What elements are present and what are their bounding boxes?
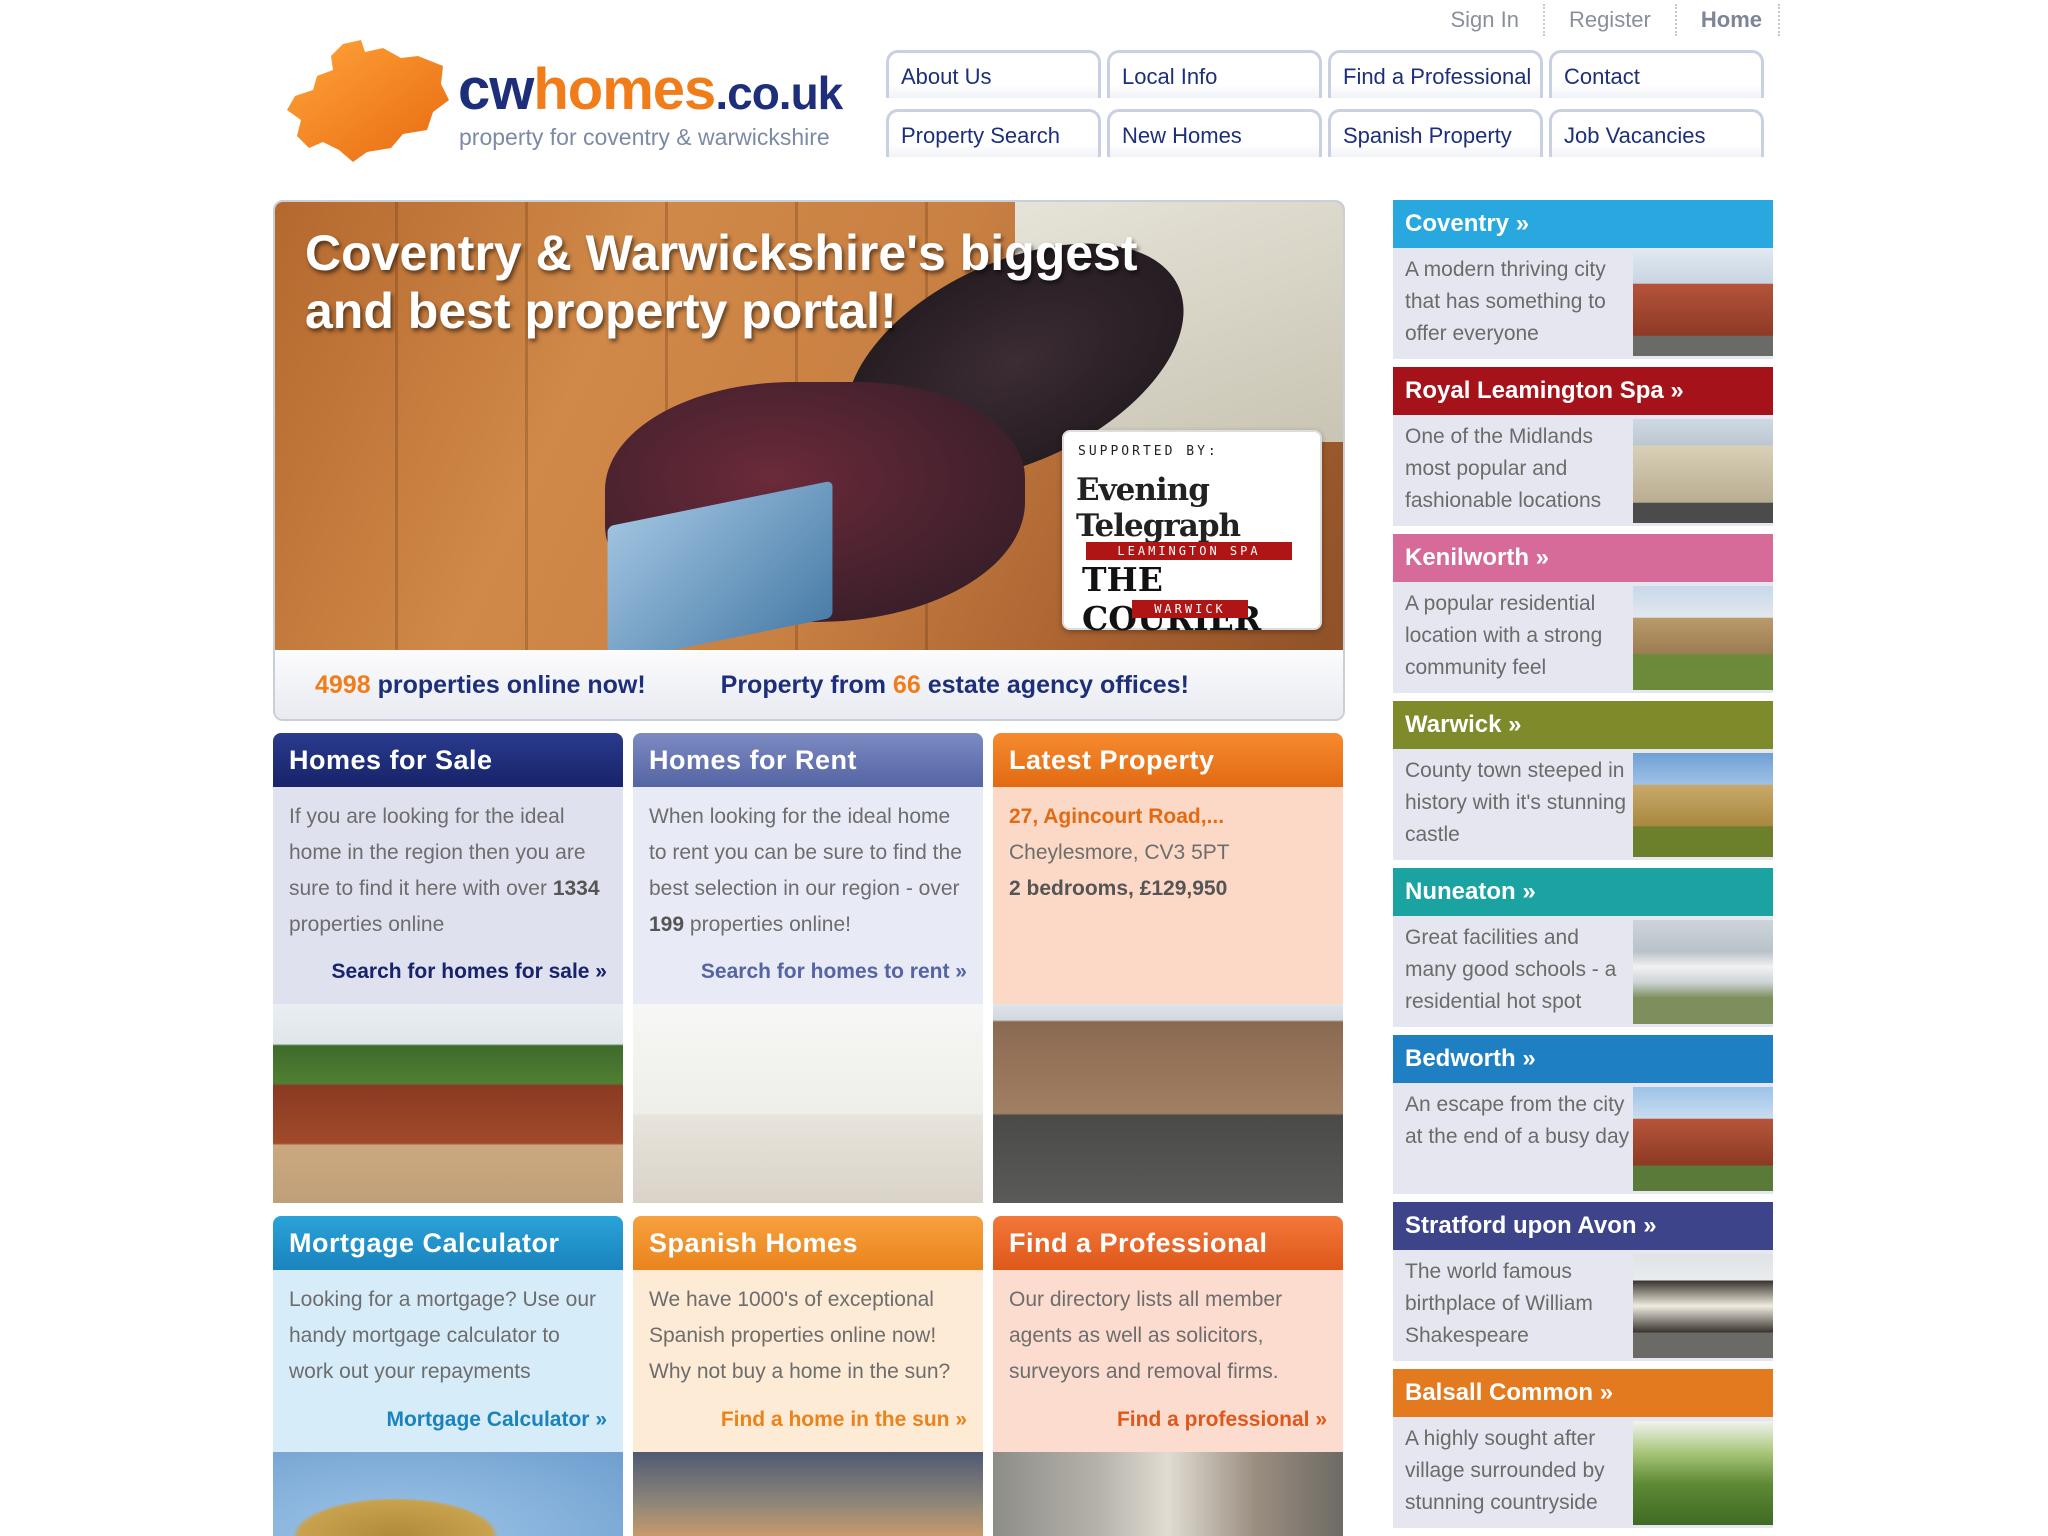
- town-link-royal-leamington-spa[interactable]: Royal Leamington Spa »: [1393, 367, 1773, 415]
- town-box-nuneaton: Nuneaton » Great facilities and many good…: [1393, 868, 1773, 1027]
- card-title: Mortgage Calculator: [273, 1216, 623, 1270]
- spanish-homes-card: Spanish Homes We have 1000's of exceptio…: [633, 1216, 983, 1536]
- card-title: Homes for Sale: [273, 733, 623, 787]
- town-box-stratford-upon-avon: Stratford upon Avon » The world famous bi…: [1393, 1202, 1773, 1361]
- town-description: A highly sought after village surrounded…: [1405, 1427, 1605, 1514]
- town-description: A popular residential location with a st…: [1405, 592, 1603, 679]
- evening-telegraph-logo: Evening Telegraph: [1076, 472, 1241, 544]
- card-title: Latest Property: [993, 733, 1343, 787]
- sunset-sky-image: [633, 1452, 983, 1536]
- town-description: A modern thriving city that has somethin…: [1405, 258, 1606, 345]
- the-courier-logo: THE COURIER: [1082, 560, 1262, 638]
- card-title: Homes for Rent: [633, 733, 983, 787]
- hero-stats-bar: 4998 properties online now! Property fro…: [275, 650, 1343, 719]
- town-box-warwick: Warwick » County town steeped in history …: [1393, 701, 1773, 860]
- logo-tagline: property for coventry & warwickshire: [459, 124, 830, 150]
- card-title: Spanish Homes: [633, 1216, 983, 1270]
- town-link-nuneaton[interactable]: Nuneaton »: [1393, 868, 1773, 916]
- supported-by-box: SUPPORTED BY: Evening Telegraph LEAMINGT…: [1062, 430, 1322, 638]
- town-box-coventry: Coventry » A modern thriving city that ha…: [1393, 200, 1773, 359]
- latest-property-details: 2 bedrooms, £129,950: [1009, 877, 1228, 900]
- latest-property-address-link[interactable]: 27, Agincourt Road,...: [1009, 799, 1327, 835]
- latest-property-image[interactable]: [993, 1004, 1343, 1203]
- town-box-bedworth: Bedworth » An escape from the city at the…: [1393, 1035, 1773, 1194]
- town-description: The world famous birthplace of William S…: [1405, 1260, 1593, 1347]
- town-photo-royal-leamington-spa[interactable]: [1633, 419, 1773, 523]
- town-description: Great facilities and many good schools -…: [1405, 926, 1617, 1013]
- town-link-balsall-common[interactable]: Balsall Common »: [1393, 1369, 1773, 1417]
- homes-for-rent-card: Homes for Rent When looking for the idea…: [633, 733, 983, 1203]
- town-link-warwick[interactable]: Warwick »: [1393, 701, 1773, 749]
- nav-spanish-property[interactable]: Spanish Property: [1328, 109, 1543, 157]
- town-link-kenilworth[interactable]: Kenilworth »: [1393, 534, 1773, 582]
- nav-about-us[interactable]: About Us: [886, 50, 1101, 98]
- card-title: Find a Professional: [993, 1216, 1343, 1270]
- town-box-kenilworth: Kenilworth » A popular residential locati…: [1393, 534, 1773, 693]
- town-description: An escape from the city at the end of a …: [1405, 1093, 1630, 1148]
- nav-new-homes[interactable]: New Homes: [1107, 109, 1322, 157]
- find-a-professional-card: Find a Professional Our directory lists …: [993, 1216, 1343, 1536]
- town-photo-warwick[interactable]: [1633, 753, 1773, 857]
- town-photo-nuneaton[interactable]: [1633, 920, 1773, 1024]
- page: Sign In Register Home cwhomes.co.uk prop…: [0, 0, 2048, 1536]
- town-photo-kenilworth[interactable]: [1633, 586, 1773, 690]
- nav-find-a-professional[interactable]: Find a Professional: [1328, 50, 1543, 98]
- find-a-professional-link[interactable]: Find a professional »: [1117, 1408, 1327, 1432]
- latest-property-area: Cheylesmore, CV3 5PT: [1009, 841, 1230, 864]
- town-photo-balsall-common[interactable]: [1633, 1421, 1773, 1525]
- latest-property-card: Latest Property 27, Agincourt Road,... C…: [993, 733, 1343, 1203]
- town-box-royal-leamington-spa: Royal Leamington Spa » One of the Midland…: [1393, 367, 1773, 526]
- town-link-coventry[interactable]: Coventry »: [1393, 200, 1773, 248]
- nav-local-info[interactable]: Local Info: [1107, 50, 1322, 98]
- pound-coin-image: [273, 1452, 623, 1536]
- search-homes-to-rent-link[interactable]: Search for homes to rent »: [701, 960, 967, 984]
- town-box-balsall-common: Balsall Common » A highly sought after vi…: [1393, 1369, 1773, 1528]
- logo-wordmark: cwhomes.co.uk: [458, 57, 843, 122]
- town-photo-coventry[interactable]: [1633, 252, 1773, 356]
- top-links: Sign In Register Home: [1426, 4, 1780, 36]
- town-photo-bedworth[interactable]: [1633, 1087, 1773, 1191]
- couple-relaxing-image: [633, 1004, 983, 1203]
- site-logo[interactable]: cwhomes.co.uk property for coventry & wa…: [283, 38, 843, 162]
- country-house-image: [273, 1004, 623, 1203]
- hero-banner: Coventry & Warwickshire's biggest and be…: [273, 200, 1345, 721]
- nav-job-vacancies[interactable]: Job Vacancies: [1549, 109, 1764, 157]
- nav-contact[interactable]: Contact: [1549, 50, 1764, 98]
- search-homes-for-sale-link[interactable]: Search for homes for sale »: [332, 960, 607, 984]
- hero-title: Coventry & Warwickshire's biggest and be…: [305, 225, 1138, 339]
- find-home-in-sun-link[interactable]: Find a home in the sun »: [721, 1408, 967, 1432]
- town-link-bedworth[interactable]: Bedworth »: [1393, 1035, 1773, 1083]
- nav-property-search[interactable]: Property Search: [886, 109, 1101, 157]
- main-nav: About Us Local Info Find a Professional …: [886, 50, 1770, 168]
- town-photo-stratford-upon-avon[interactable]: [1633, 1254, 1773, 1358]
- town-link-stratford-upon-avon[interactable]: Stratford upon Avon »: [1393, 1202, 1773, 1250]
- warwickshire-map-icon: [287, 40, 449, 162]
- sign-in-link[interactable]: Sign In: [1426, 4, 1545, 36]
- homes-for-sale-card: Homes for Sale If you are looking for th…: [273, 733, 623, 1203]
- professional-couple-image: [993, 1452, 1343, 1536]
- mortgage-calculator-link[interactable]: Mortgage Calculator »: [386, 1408, 607, 1432]
- mortgage-calculator-card: Mortgage Calculator Looking for a mortga…: [273, 1216, 623, 1536]
- town-description: One of the Midlands most popular and fas…: [1405, 425, 1602, 512]
- town-description: County town steeped in history with it's…: [1405, 759, 1627, 846]
- hero-photo: Coventry & Warwickshire's biggest and be…: [275, 202, 1343, 664]
- register-link[interactable]: Register: [1545, 4, 1677, 36]
- home-link[interactable]: Home: [1677, 4, 1780, 36]
